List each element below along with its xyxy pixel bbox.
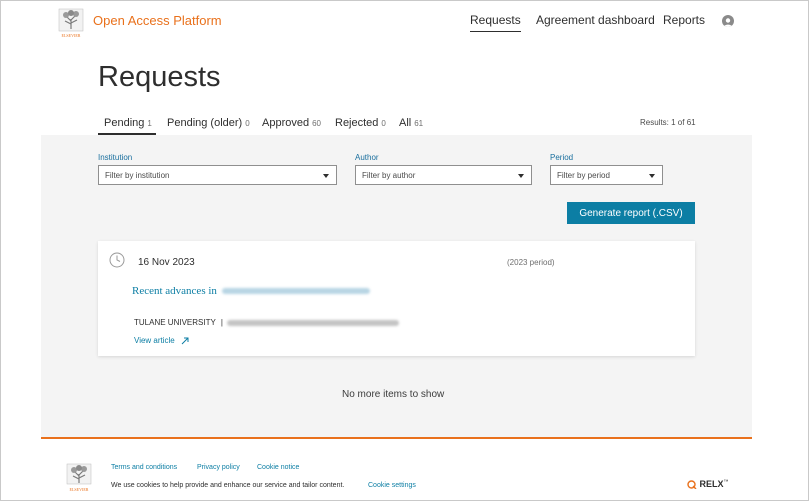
tab-pending-older[interactable]: Pending (older) 0 xyxy=(161,117,254,133)
tab-label: Approved xyxy=(262,117,310,129)
period-select-value: Filter by period xyxy=(557,171,610,180)
brand-name[interactable]: Open Access Platform xyxy=(93,13,222,28)
tab-label: Rejected xyxy=(335,117,379,129)
relx-logo[interactable]: RELX™ xyxy=(687,479,729,490)
tab-pending[interactable]: Pending 1 xyxy=(98,117,156,135)
institution-select[interactable]: Filter by institution xyxy=(98,165,337,185)
tab-count: 61 xyxy=(414,119,424,128)
redacted-title xyxy=(221,288,370,295)
cookie-notice-link[interactable]: Cookie notice xyxy=(257,464,299,471)
view-article-link[interactable]: View article xyxy=(134,336,189,345)
request-period: (2023 period) xyxy=(507,258,555,267)
period-select[interactable]: Filter by period xyxy=(550,165,663,185)
cookie-settings-link[interactable]: Cookie settings xyxy=(368,482,416,489)
request-card: 16 Nov 2023 (2023 period) Recent advance… xyxy=(98,241,695,356)
chevron-down-icon xyxy=(649,174,655,178)
tab-label: Pending (older) xyxy=(167,117,243,129)
article-title[interactable]: Recent advances in xyxy=(132,285,370,297)
tab-count: 1 xyxy=(147,119,152,128)
top-header: ELSEVIER Open Access Platform Requests A… xyxy=(1,1,808,49)
institution-name: TULANE UNIVERSITY xyxy=(134,318,216,327)
tab-count: 0 xyxy=(245,119,250,128)
tab-count: 0 xyxy=(381,119,386,128)
institution-author-line: TULANE UNIVERSITY | xyxy=(134,318,400,327)
separator: | xyxy=(220,318,223,327)
generate-report-button[interactable]: Generate report (.CSV) xyxy=(567,202,695,224)
tab-label: All xyxy=(399,117,412,129)
results-count: Results: 1 of 61 xyxy=(640,118,696,127)
author-filter-label: Author xyxy=(355,153,379,162)
author-select-value: Filter by author xyxy=(362,171,416,180)
page-title: Requests xyxy=(98,61,221,93)
logo-word: ELSEVIER xyxy=(62,33,81,38)
footer-elsevier-logo[interactable]: ELSEVIER xyxy=(65,463,93,493)
privacy-link[interactable]: Privacy policy xyxy=(197,464,240,471)
chevron-down-icon xyxy=(323,174,329,178)
chevron-down-icon xyxy=(518,174,524,178)
elsevier-logo[interactable]: ELSEVIER xyxy=(57,7,85,39)
tab-label: Pending xyxy=(104,117,145,129)
author-select[interactable]: Filter by author xyxy=(355,165,532,185)
request-date: 16 Nov 2023 xyxy=(138,257,195,268)
relx-wordmark: RELX xyxy=(699,479,724,489)
user-avatar-icon[interactable] xyxy=(722,15,734,27)
clock-icon xyxy=(109,252,125,268)
footer-divider xyxy=(41,437,752,439)
tab-count: 60 xyxy=(312,119,321,128)
terms-link[interactable]: Terms and conditions xyxy=(111,464,177,471)
tab-approved[interactable]: Approved 60 xyxy=(256,117,325,133)
tab-all[interactable]: All 61 xyxy=(393,117,427,133)
article-title-prefix: Recent advances in xyxy=(132,285,217,297)
nav-reports[interactable]: Reports xyxy=(663,13,705,27)
cookie-message: We use cookies to help provide and enhan… xyxy=(111,482,345,489)
tab-rejected[interactable]: Rejected 0 xyxy=(329,117,390,133)
footer-logo-word: ELSEVIER xyxy=(70,487,89,492)
institution-select-value: Filter by institution xyxy=(105,171,170,180)
end-of-list-message: No more items to show xyxy=(342,389,445,400)
app-window: ELSEVIER Open Access Platform Requests A… xyxy=(0,0,809,501)
institution-filter-label: Institution xyxy=(98,153,133,162)
external-link-icon xyxy=(181,337,189,345)
period-filter-label: Period xyxy=(550,153,574,162)
redacted-author xyxy=(227,319,400,326)
view-article-label: View article xyxy=(134,336,175,345)
nav-agreement-dashboard[interactable]: Agreement dashboard xyxy=(536,13,655,27)
nav-requests[interactable]: Requests xyxy=(470,13,521,32)
trademark-symbol: ™ xyxy=(723,479,729,485)
relx-mark-icon xyxy=(687,480,697,490)
